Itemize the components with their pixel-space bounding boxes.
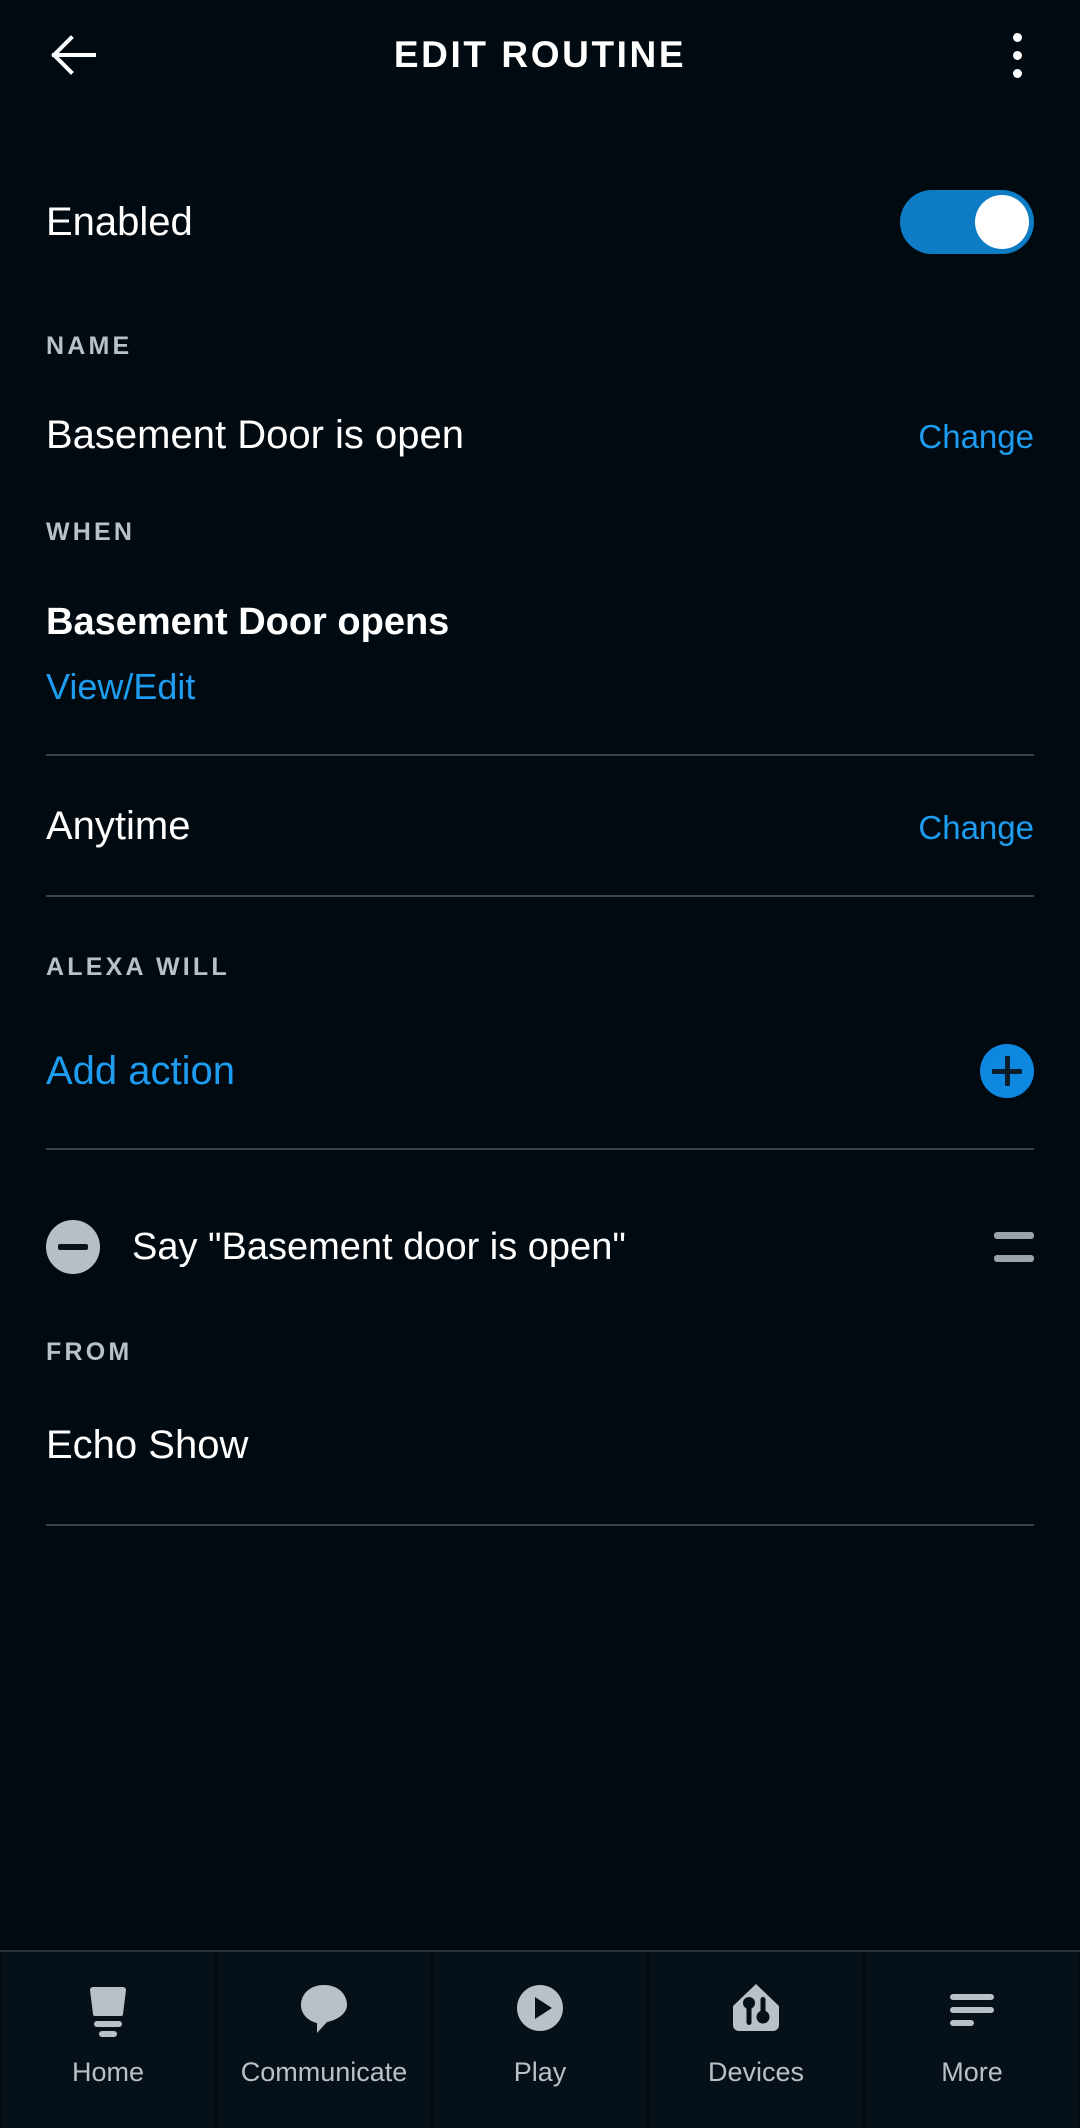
divider xyxy=(46,1524,1034,1526)
nav-label-home: Home xyxy=(71,2056,145,2087)
nav-item-play[interactable]: Play xyxy=(433,1952,647,2128)
view-edit-trigger-link[interactable]: View/Edit xyxy=(46,666,195,708)
trigger-title: Basement Door opens xyxy=(46,601,450,643)
nav-item-communicate[interactable]: Communicate xyxy=(217,1952,431,2128)
hamburger-menu-icon xyxy=(943,1975,1001,2041)
trigger-block: Basement Door opens View/Edit xyxy=(46,601,1034,708)
app-header: EDIT ROUTINE xyxy=(0,0,1080,110)
add-action-label[interactable]: Add action xyxy=(46,1049,235,1094)
plus-circle-icon[interactable] xyxy=(980,1044,1034,1098)
speech-bubble-icon xyxy=(295,1975,353,2041)
edit-routine-screen: EDIT ROUTINE Enabled NAME Basement Door … xyxy=(0,0,1080,2128)
play-circle-icon xyxy=(511,1975,569,2041)
toggle-knob xyxy=(975,195,1029,249)
nav-item-more[interactable]: More xyxy=(865,1952,1079,2128)
overflow-menu-icon xyxy=(1012,32,1022,42)
divider xyxy=(46,895,1034,897)
action-item-left: Say "Basement door is open" xyxy=(46,1220,626,1274)
trigger-time-value: Anytime xyxy=(46,804,191,848)
nav-label-play: Play xyxy=(513,2056,567,2087)
trigger-time-row: Anytime Change xyxy=(46,804,1034,849)
enabled-row: Enabled xyxy=(46,168,1034,276)
overflow-menu-icon xyxy=(1012,50,1022,60)
divider xyxy=(46,1148,1034,1150)
nav-label-more: More xyxy=(941,2056,1003,2087)
smart-home-icon xyxy=(727,1975,785,2041)
action-item-label: Say "Basement door is open" xyxy=(132,1225,626,1268)
action-list-item[interactable]: Say "Basement door is open" xyxy=(46,1212,1034,1282)
minus-circle-icon[interactable] xyxy=(46,1220,100,1274)
section-heading-from: FROM xyxy=(46,1338,133,1366)
enabled-label: Enabled xyxy=(46,199,193,244)
bottom-navigation-bar: Home Communicate Play Devices More xyxy=(0,1950,1080,2128)
routine-settings-list: Enabled NAME Basement Door is open Chang… xyxy=(0,110,1080,1950)
divider xyxy=(46,754,1034,756)
routine-name-row: Basement Door is open Change xyxy=(46,413,1034,458)
change-name-link[interactable]: Change xyxy=(918,418,1034,456)
overflow-menu-icon xyxy=(1012,68,1022,78)
nav-item-home[interactable]: Home xyxy=(1,1952,215,2128)
back-button[interactable] xyxy=(34,16,112,94)
overflow-menu-button[interactable] xyxy=(982,16,1052,94)
section-heading-name: NAME xyxy=(46,332,133,360)
routine-name-value: Basement Door is open xyxy=(46,413,465,457)
nav-label-devices: Devices xyxy=(707,2056,805,2087)
page-title: EDIT ROUTINE xyxy=(393,34,687,75)
section-heading-alexa-will: ALEXA WILL xyxy=(46,953,230,981)
change-time-link[interactable]: Change xyxy=(918,809,1034,847)
nav-label-communicate: Communicate xyxy=(240,2056,408,2087)
echo-speaker-icon xyxy=(79,1975,137,2041)
enabled-toggle[interactable] xyxy=(900,190,1034,254)
section-heading-when: WHEN xyxy=(46,518,136,546)
add-action-row[interactable]: Add action xyxy=(46,1040,1034,1102)
drag-handle-icon[interactable] xyxy=(994,1232,1034,1262)
from-device-value: Echo Show xyxy=(46,1423,249,1467)
nav-item-devices[interactable]: Devices xyxy=(649,1952,863,2128)
back-arrow-icon xyxy=(50,34,96,76)
